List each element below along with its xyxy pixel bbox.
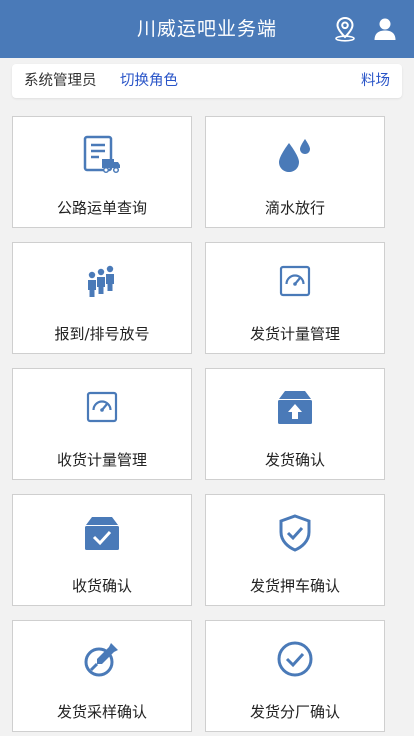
tile-label: 发货押车确认 bbox=[249, 577, 340, 595]
shield-check-icon bbox=[279, 514, 311, 552]
tile-sampling-confirm[interactable]: 发货采样确认 bbox=[12, 620, 192, 732]
box-check-icon bbox=[85, 517, 119, 550]
tile-waybill-query[interactable]: 公路运单查询 bbox=[12, 116, 192, 228]
queue-people-icon bbox=[88, 265, 114, 297]
user-icon[interactable] bbox=[372, 16, 398, 42]
circle-check-icon bbox=[277, 641, 313, 677]
tile-shipping-confirm[interactable]: 发货确认 bbox=[205, 368, 385, 480]
sampling-dropper-icon bbox=[84, 643, 118, 677]
tile-checkin-queue[interactable]: 报到/排号放号 bbox=[12, 242, 192, 354]
role-bar: 系统管理员 切换角色 料场 bbox=[12, 64, 402, 98]
location-link[interactable]: 料场 bbox=[361, 64, 390, 98]
tile-shipping-weighing[interactable]: 发货计量管理 bbox=[205, 242, 385, 354]
scale-gauge-icon bbox=[279, 265, 311, 297]
waybill-truck-icon bbox=[83, 135, 120, 174]
tile-label: 收货确认 bbox=[71, 577, 132, 595]
tile-label: 发货采样确认 bbox=[56, 703, 147, 721]
box-upload-icon bbox=[278, 391, 312, 424]
tile-label: 收货计量管理 bbox=[56, 451, 147, 469]
tile-receiving-weighing[interactable]: 收货计量管理 bbox=[12, 368, 192, 480]
tile-label: 发货计量管理 bbox=[249, 325, 340, 343]
tile-label: 报到/排号放号 bbox=[54, 325, 150, 343]
water-drops-icon bbox=[279, 139, 310, 172]
tile-drip-release[interactable]: 滴水放行 bbox=[205, 116, 385, 228]
tile-label: 发货确认 bbox=[264, 451, 325, 469]
scale-gauge-icon bbox=[86, 391, 118, 423]
tile-escort-confirm[interactable]: 发货押车确认 bbox=[205, 494, 385, 606]
tile-label: 公路运单查询 bbox=[56, 199, 147, 217]
app-header: 川威运吧业务端 bbox=[0, 0, 414, 58]
location-icon[interactable] bbox=[332, 16, 358, 42]
tile-label: 发货分厂确认 bbox=[249, 703, 340, 721]
tile-branch-confirm[interactable]: 发货分厂确认 bbox=[205, 620, 385, 732]
tile-label: 滴水放行 bbox=[264, 199, 325, 217]
switch-role-link[interactable]: 切换角色 bbox=[120, 64, 178, 98]
current-role-label: 系统管理员 bbox=[24, 73, 97, 89]
tile-receiving-confirm[interactable]: 收货确认 bbox=[12, 494, 192, 606]
